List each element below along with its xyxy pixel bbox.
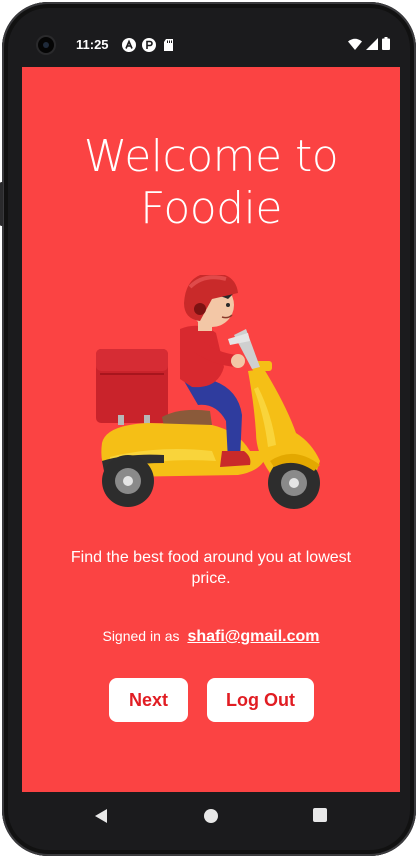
back-triangle-icon[interactable]	[94, 808, 108, 824]
circle-a-icon	[122, 38, 136, 52]
user-email: shafi@gmail.com	[187, 628, 320, 645]
status-bar: 11:25	[22, 30, 400, 60]
status-time: 11:25	[76, 37, 109, 52]
signal-icon	[366, 37, 378, 50]
signed-in-info: Signed in as shafi@gmail.com	[22, 628, 400, 646]
signed-in-label: Signed in as	[102, 628, 180, 644]
circle-p-icon	[142, 38, 156, 52]
logout-button[interactable]: Log Out	[207, 678, 314, 722]
front-camera-icon	[38, 37, 54, 53]
tagline-text: Find the best food around you at lowest …	[70, 549, 352, 587]
sd-card-icon	[164, 39, 173, 51]
system-navigation-bar	[22, 792, 400, 840]
welcome-screen: Welcome to Foodie Find the best food aro…	[22, 67, 400, 792]
delivery-scooter-illustration	[96, 275, 320, 509]
volume-button	[0, 182, 3, 226]
recents-square-icon[interactable]	[313, 808, 327, 822]
wifi-icon	[348, 38, 362, 50]
next-button[interactable]: Next	[109, 678, 188, 722]
battery-icon	[382, 37, 390, 50]
home-circle-icon[interactable]	[203, 808, 219, 824]
welcome-title: Welcome to Foodie	[83, 131, 339, 234]
